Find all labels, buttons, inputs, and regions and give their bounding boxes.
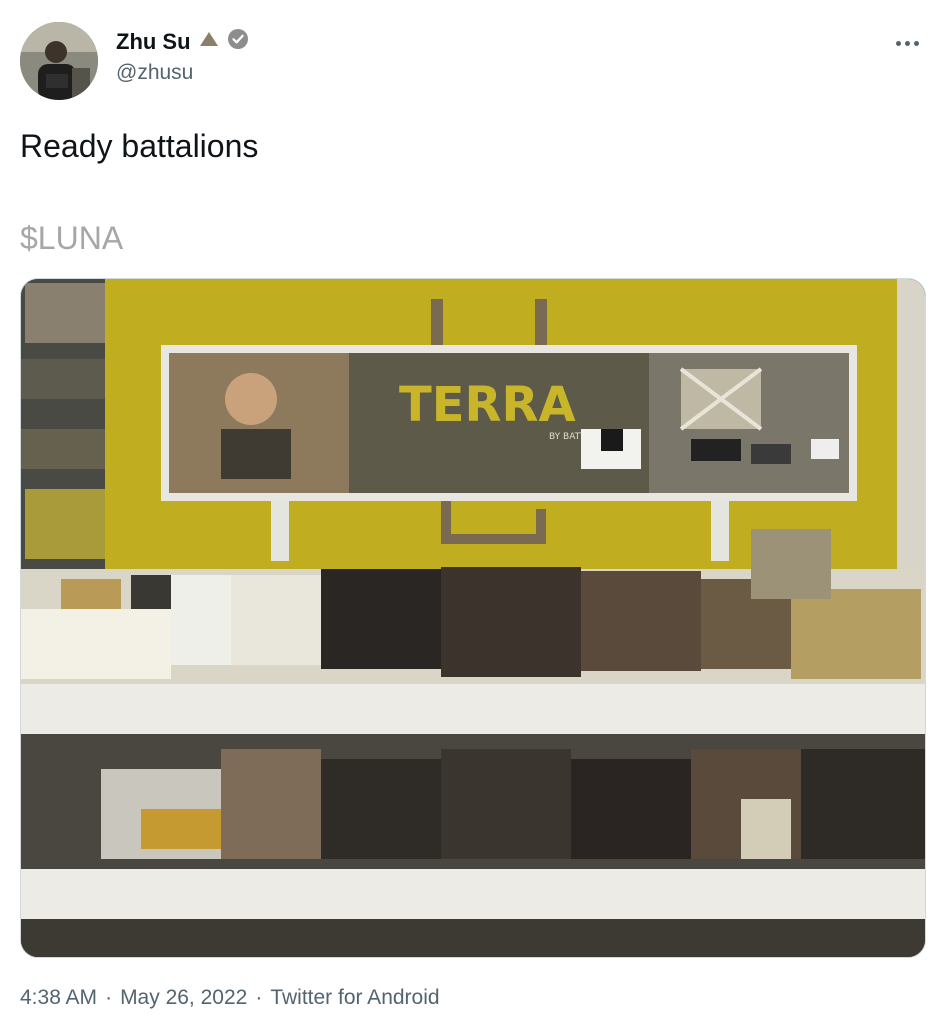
more-dot-icon xyxy=(904,40,910,46)
display-name[interactable]: Zhu Su xyxy=(116,29,191,55)
meta-separator: · xyxy=(255,986,263,1009)
triangle-icon xyxy=(199,31,219,52)
tweet-source[interactable]: Twitter for Android xyxy=(270,986,439,1010)
tweet-date[interactable]: May 26, 2022 xyxy=(120,986,247,1010)
avatar-image xyxy=(20,22,98,100)
tweet-text: Ready battalions xyxy=(20,128,259,164)
sign-title: TERRA xyxy=(399,377,576,433)
more-dot-icon xyxy=(913,40,919,46)
avatar[interactable] xyxy=(20,22,98,100)
store-display-image: TERRA BY BATTAT xyxy=(21,279,925,957)
cashtag-link[interactable]: $LUNA xyxy=(20,220,123,257)
tweet-header: Zhu Su @zhusu xyxy=(20,22,928,102)
meta-separator: · xyxy=(105,986,113,1009)
tweet-time[interactable]: 4:38 AM xyxy=(20,986,97,1010)
wild-animal-figures xyxy=(101,749,925,859)
tweet-photo[interactable]: TERRA BY BATTAT xyxy=(20,278,926,958)
name-row: Zhu Su xyxy=(116,28,249,55)
author-handle[interactable]: @zhusu xyxy=(116,61,249,85)
more-dot-icon xyxy=(895,40,901,46)
verified-badge-icon xyxy=(227,28,249,55)
tweet-meta: 4:38 AM · May 26, 2022 · Twitter for And… xyxy=(20,986,440,1010)
more-options-button[interactable] xyxy=(892,28,922,58)
author-names: Zhu Su @zhusu xyxy=(116,28,249,85)
